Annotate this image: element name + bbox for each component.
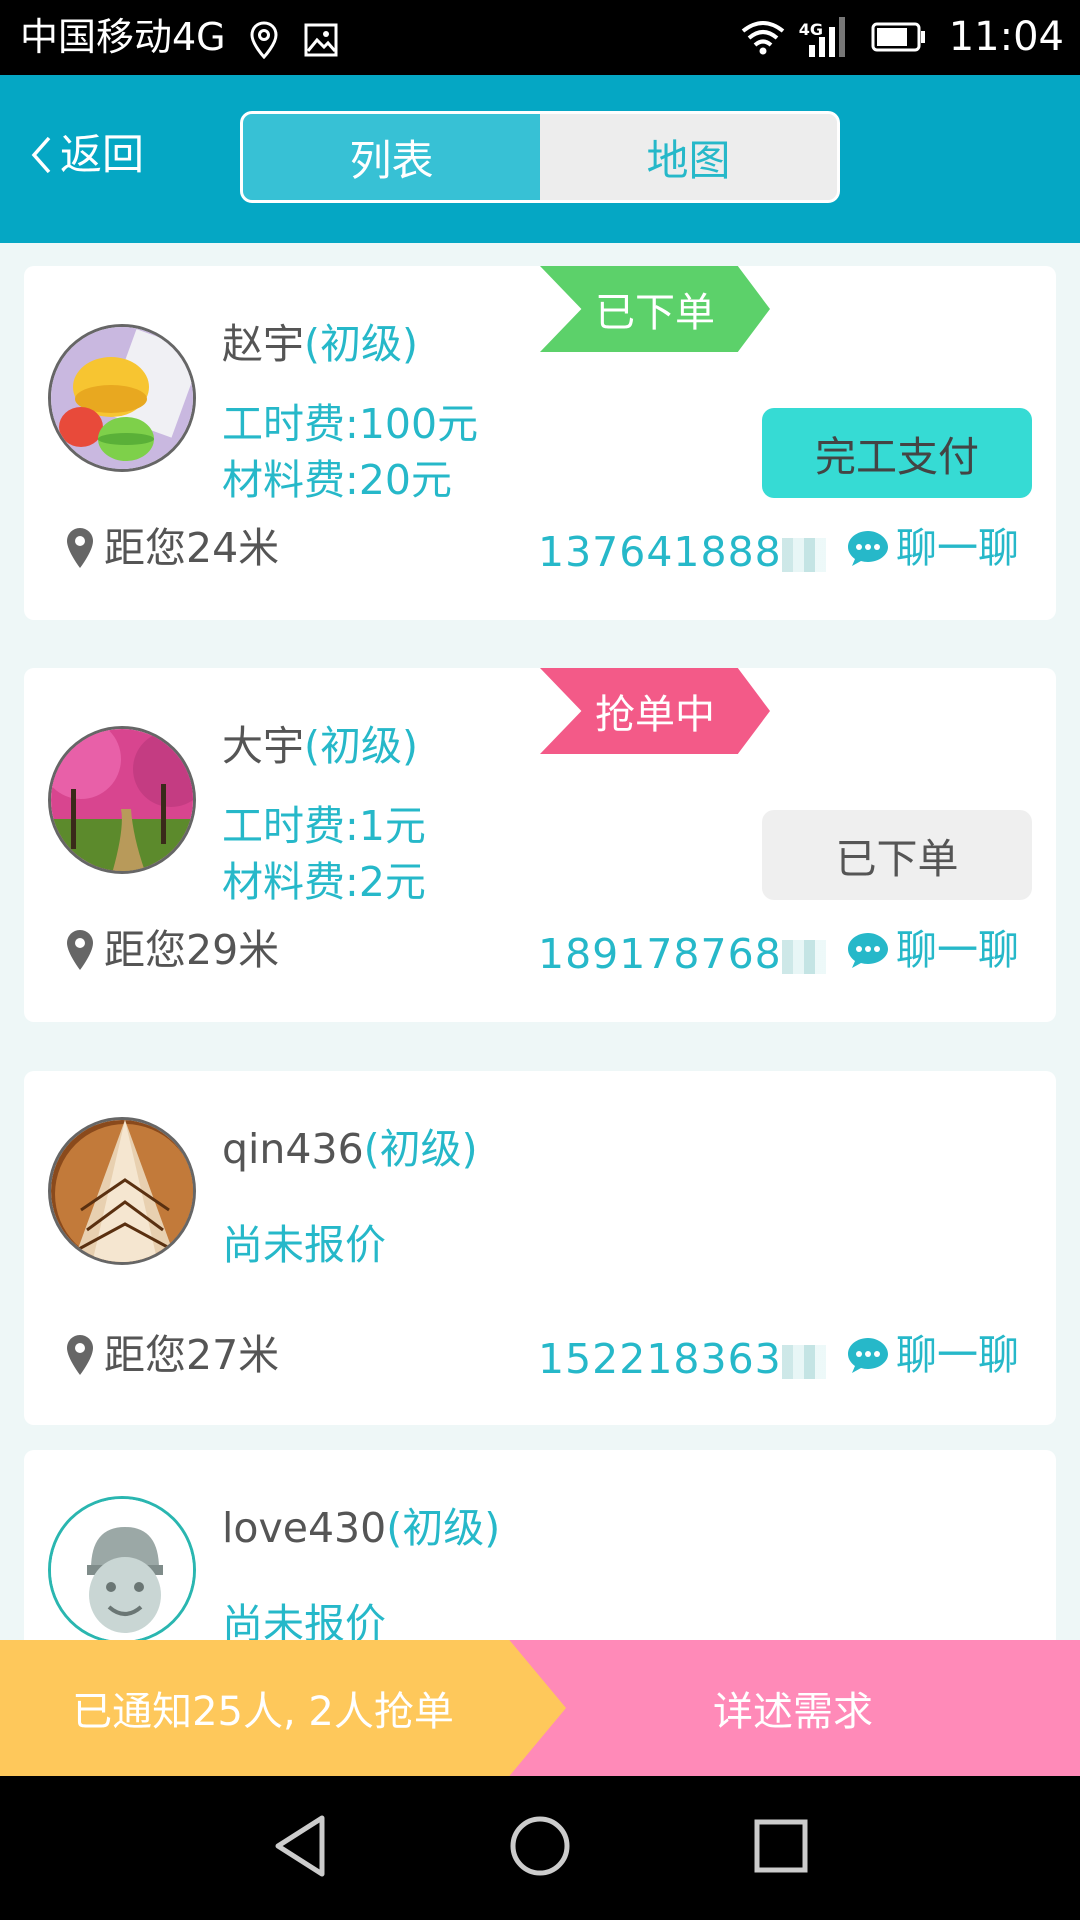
bidder-name: 大宇 (222, 722, 304, 770)
chat-bubble-icon (848, 1338, 888, 1373)
system-nav-bar (0, 1776, 1080, 1920)
bidder-name-line: 大宇(初级) (222, 720, 418, 772)
avatar (48, 1117, 196, 1265)
app-header: 返回 列表 地图 (0, 75, 1080, 243)
carrier-label: 中国移动4G (20, 15, 226, 59)
gallery-icon (304, 23, 338, 56)
chat-label: 聊一聊 (896, 926, 1019, 974)
bidder-name-line: love430(初级) (222, 1502, 500, 1554)
bidder-card[interactable]: 已下单 赵宇(初级) 工时费:100元 材料费:20元 完工支付 距您24米 1… (24, 266, 1056, 620)
labor-fee: 工时费:100元 (222, 400, 479, 448)
material-fee: 材料费:2元 (222, 858, 426, 906)
distance-label: 距您29米 (104, 926, 280, 974)
distance-label: 距您27米 (104, 1331, 280, 1379)
bidder-name-line: 赵宇(初级) (222, 318, 418, 370)
wifi-icon (741, 21, 784, 55)
bidder-level: (初级) (363, 1125, 478, 1173)
nav-recent-icon[interactable] (752, 1812, 810, 1880)
phone-mask (781, 1345, 826, 1379)
bidder-level: (初级) (386, 1504, 501, 1552)
view-toggle: 列表 地图 (240, 111, 840, 203)
chat-button[interactable]: 聊一聊 (846, 522, 1019, 574)
order-status-tag: 已下单 (540, 266, 770, 352)
nav-home-icon[interactable] (508, 1812, 572, 1880)
map-pin-icon (67, 528, 93, 568)
status-left: 中国移动4G (20, 14, 338, 60)
phone-number[interactable]: 189178768 (538, 928, 826, 980)
bidder-level: (初级) (304, 320, 418, 368)
chat-button[interactable]: 聊一聊 (846, 924, 1019, 976)
phone-number[interactable]: 152218363 (538, 1333, 826, 1385)
bidder-card[interactable]: qin436(初级) 尚未报价 距您27米 152218363 聊一聊 (24, 1071, 1056, 1425)
distance: 距您29米 (66, 924, 279, 976)
phone-number[interactable]: 137641888 (538, 526, 826, 578)
notified-count: 已通知25人, 2人抢单 (0, 1640, 566, 1776)
distance: 距您24米 (66, 522, 279, 574)
phone-digits: 137641888 (538, 528, 782, 576)
back-chevron-icon (31, 136, 51, 174)
bidder-card[interactable]: love430(初级) 尚未报价 (24, 1450, 1056, 1650)
chat-label: 聊一聊 (896, 524, 1019, 572)
quote-status: 尚未报价 (222, 1221, 386, 1269)
bidder-name: love430 (222, 1504, 387, 1552)
nav-back-icon[interactable] (270, 1812, 330, 1880)
status-right: 4G 11:04 (741, 14, 1064, 60)
tab-list[interactable]: 列表 (243, 114, 540, 200)
chat-bubble-icon (848, 531, 888, 566)
phone-digits: 189178768 (538, 930, 782, 978)
avatar (48, 726, 196, 874)
battery-icon (871, 22, 925, 52)
avatar (48, 324, 196, 472)
bottom-action-bar: 已通知25人, 2人抢单 详述需求 (0, 1640, 1080, 1776)
chat-bubble-icon (848, 933, 888, 968)
bidder-level: (初级) (304, 722, 418, 770)
clock: 11:04 (948, 14, 1064, 60)
location-pin-icon (250, 20, 278, 59)
ordered-button[interactable]: 已下单 (762, 810, 1032, 900)
bidder-card[interactable]: 抢单中 大宇(初级) 工时费:1元 材料费:2元 已下单 距您29米 18917… (24, 668, 1056, 1022)
phone-mask (781, 538, 826, 572)
distance-label: 距您24米 (104, 524, 280, 572)
back-label: 返回 (60, 130, 145, 179)
bidder-name-line: qin436(初级) (222, 1123, 478, 1175)
describe-demand-button[interactable]: 详述需求 (566, 1640, 1080, 1776)
labor-fee: 工时费:1元 (222, 802, 426, 850)
avatar (48, 1496, 196, 1644)
complete-pay-button[interactable]: 完工支付 (762, 408, 1032, 498)
phone-mask (781, 940, 826, 974)
bidder-name: 赵宇 (222, 320, 304, 368)
order-status-tag: 抢单中 (540, 668, 770, 754)
signal-icon (808, 17, 845, 57)
back-button[interactable]: 返回 (30, 130, 144, 180)
distance: 距您27米 (66, 1329, 279, 1381)
phone-digits: 152218363 (538, 1335, 782, 1383)
bidder-name: qin436 (222, 1125, 364, 1173)
map-pin-icon (67, 930, 93, 970)
chat-button[interactable]: 聊一聊 (846, 1329, 1019, 1381)
status-bar: 中国移动4G 4G 11:04 (0, 0, 1080, 75)
signal-indicator: 4G (799, 15, 849, 59)
tab-map[interactable]: 地图 (540, 114, 837, 200)
material-fee: 材料费:20元 (222, 456, 452, 504)
chat-label: 聊一聊 (896, 1331, 1019, 1379)
map-pin-icon (67, 1335, 93, 1375)
